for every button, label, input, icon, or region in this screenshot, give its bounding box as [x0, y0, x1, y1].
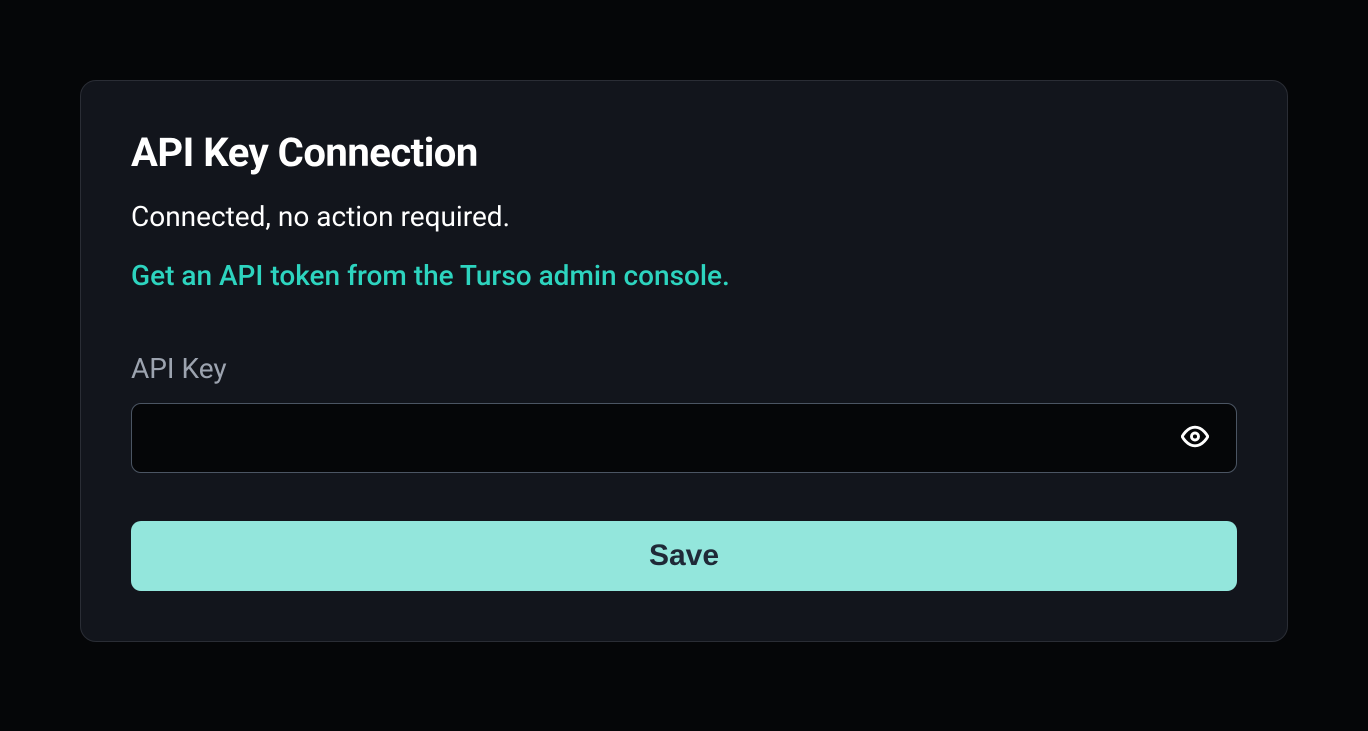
api-key-input[interactable]: [131, 403, 1237, 473]
api-key-input-wrapper: [131, 403, 1237, 473]
get-api-token-link[interactable]: Get an API token from the Turso admin co…: [131, 259, 730, 292]
eye-icon: [1181, 423, 1209, 454]
api-key-connection-card: API Key Connection Connected, no action …: [80, 80, 1288, 642]
save-button[interactable]: Save: [131, 521, 1237, 591]
connection-status: Connected, no action required.: [131, 200, 1237, 233]
api-key-label: API Key: [131, 352, 1237, 385]
toggle-visibility-button[interactable]: [1173, 415, 1217, 462]
card-title: API Key Connection: [131, 129, 1237, 176]
